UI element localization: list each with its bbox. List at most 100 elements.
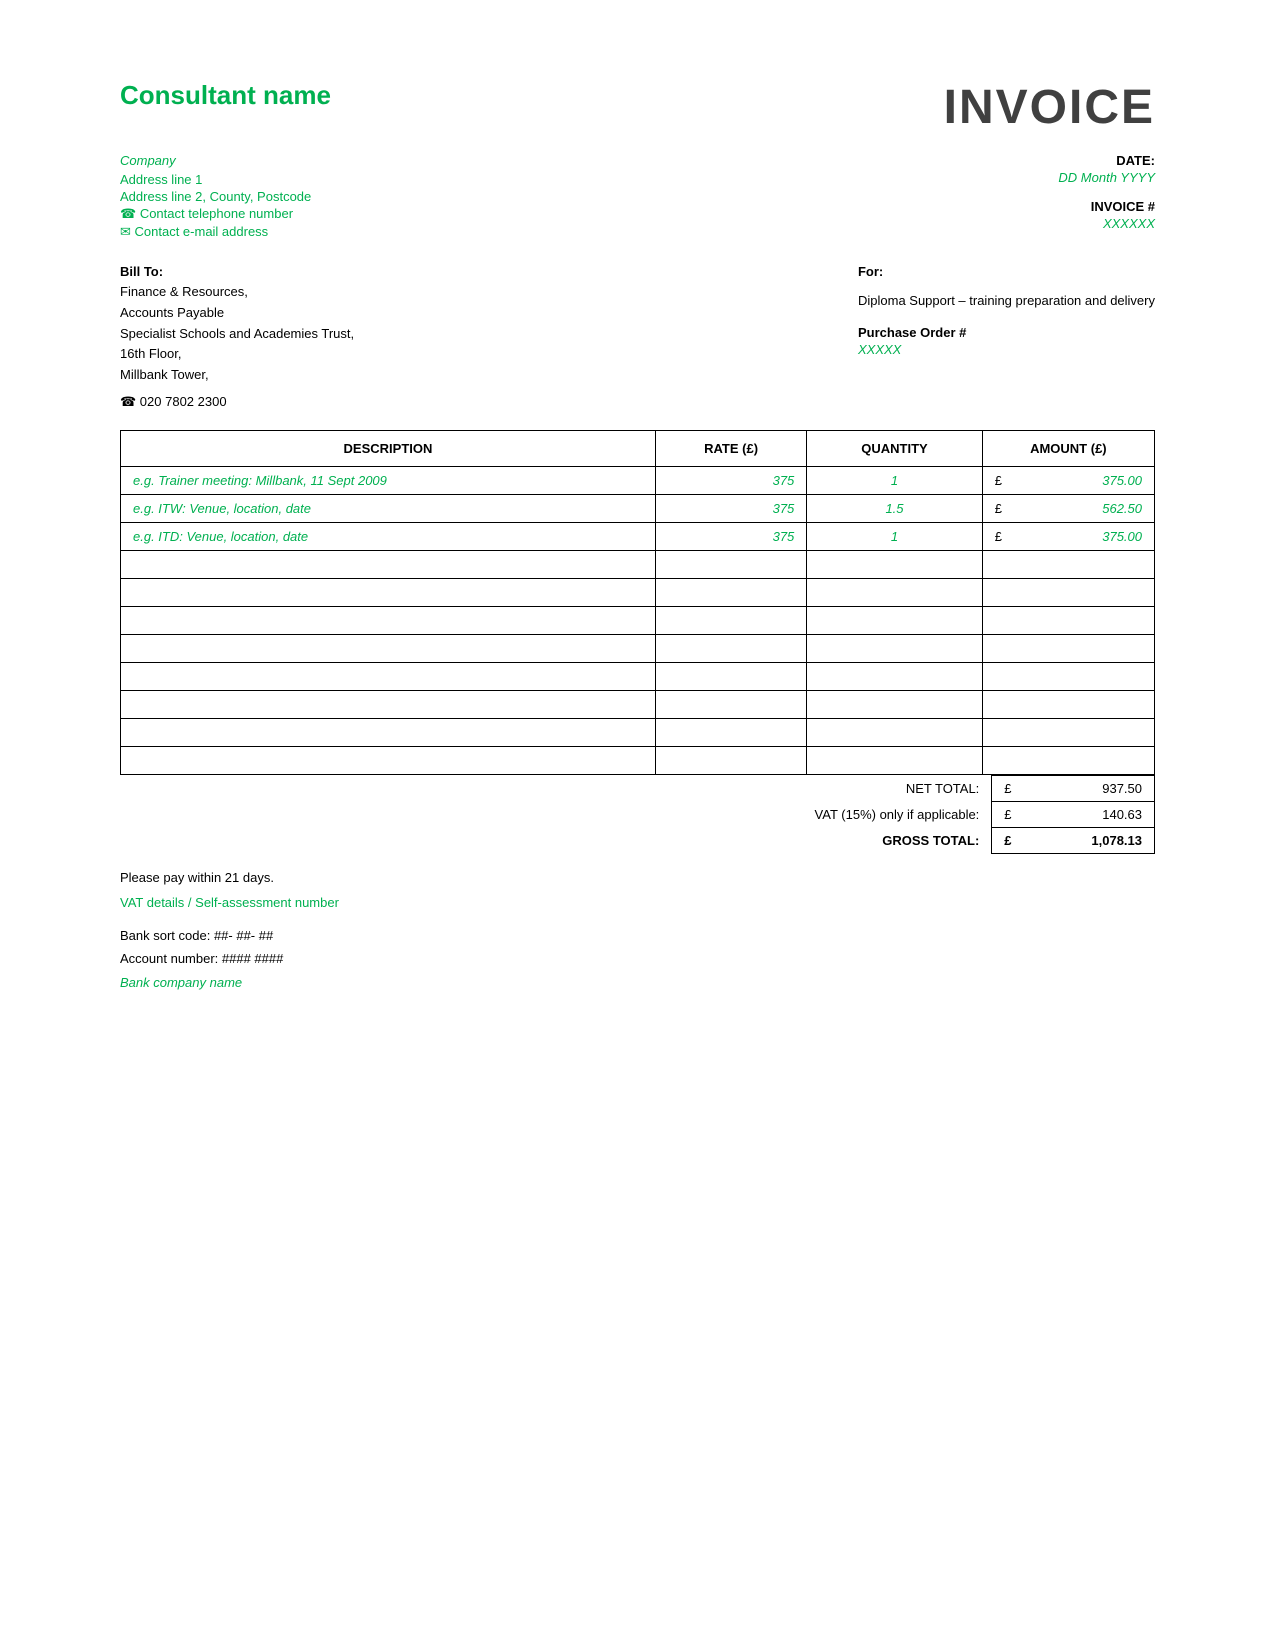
payment-note: Please pay within 21 days. <box>120 870 1155 885</box>
table-row: e.g. ITD: Venue, location, date 375 1 £ … <box>121 522 1155 550</box>
gross-total-pound: £ <box>992 827 1022 853</box>
purchase-order-value: XXXXX <box>858 342 1155 357</box>
col-description: DESCRIPTION <box>121 430 656 466</box>
table-row: e.g. Trainer meeting: Millbank, 11 Sept … <box>121 466 1155 494</box>
empty-qty <box>807 578 982 606</box>
empty-amount-val <box>1007 690 1155 718</box>
vat-label: VAT (15%) only if applicable: <box>741 801 992 827</box>
empty-rate <box>655 662 806 690</box>
row-amount-value: 375.00 <box>1007 522 1155 550</box>
empty-amount-val <box>1007 550 1155 578</box>
row-description: e.g. ITD: Venue, location, date <box>121 522 656 550</box>
row-amount-pound: £ <box>982 466 1007 494</box>
empty-row <box>121 662 1155 690</box>
address-line2: Address line 2, County, Postcode <box>120 189 311 204</box>
empty-desc <box>121 690 656 718</box>
net-total-value: 937.50 <box>1022 775 1155 801</box>
empty-amount-pound <box>982 550 1007 578</box>
net-total-label: NET TOTAL: <box>741 775 992 801</box>
empty-row <box>121 718 1155 746</box>
for-description: Diploma Support – training preparation a… <box>858 291 1155 311</box>
bill-to-line5: Millbank Tower, <box>120 365 354 386</box>
empty-qty <box>807 718 982 746</box>
invoice-title: INVOICE <box>944 80 1155 135</box>
empty-rate <box>655 606 806 634</box>
empty-amount-pound <box>982 718 1007 746</box>
bill-to-line2: Accounts Payable <box>120 303 354 324</box>
bill-to-label: Bill To: <box>120 264 354 279</box>
empty-amount-val <box>1007 746 1155 774</box>
row-quantity: 1 <box>807 466 982 494</box>
row-rate: 375 <box>655 466 806 494</box>
address-line1: Address line 1 <box>120 172 311 187</box>
empty-rate <box>655 690 806 718</box>
row-description: e.g. ITW: Venue, location, date <box>121 494 656 522</box>
empty-rate <box>655 746 806 774</box>
empty-qty <box>807 690 982 718</box>
contact-telephone: Contact telephone number <box>120 206 311 222</box>
net-total-row: NET TOTAL: £ 937.50 <box>120 775 1155 801</box>
col-quantity: QUANTITY <box>807 430 982 466</box>
gross-total-row: GROSS TOTAL: £ 1,078.13 <box>120 827 1155 853</box>
vat-row: VAT (15%) only if applicable: £ 140.63 <box>120 801 1155 827</box>
empty-rate <box>655 718 806 746</box>
row-description: e.g. Trainer meeting: Millbank, 11 Sept … <box>121 466 656 494</box>
empty-desc <box>121 662 656 690</box>
empty-desc <box>121 578 656 606</box>
empty-row <box>121 746 1155 774</box>
empty-rate <box>655 578 806 606</box>
empty-row <box>121 606 1155 634</box>
bill-to-line1: Finance & Resources, <box>120 282 354 303</box>
empty-amount-val <box>1007 634 1155 662</box>
bank-company-name: Bank company name <box>120 971 1155 994</box>
empty-amount-val <box>1007 718 1155 746</box>
empty-desc <box>121 746 656 774</box>
row-amount-pound: £ <box>982 494 1007 522</box>
empty-desc <box>121 718 656 746</box>
date-value: DD Month YYYY <box>905 170 1155 185</box>
empty-desc <box>121 634 656 662</box>
bill-to-line4: 16th Floor, <box>120 344 354 365</box>
empty-row <box>121 690 1155 718</box>
bank-sort-code: Bank sort code: ##- ##- ## <box>120 924 1155 947</box>
row-amount-value: 375.00 <box>1007 466 1155 494</box>
empty-qty <box>807 550 982 578</box>
net-total-pound: £ <box>992 775 1022 801</box>
empty-amount-pound <box>982 606 1007 634</box>
col-amount: AMOUNT (£) <box>982 430 1154 466</box>
row-amount-value: 562.50 <box>1007 494 1155 522</box>
empty-amount-pound <box>982 690 1007 718</box>
empty-qty <box>807 606 982 634</box>
table-row: e.g. ITW: Venue, location, date 375 1.5 … <box>121 494 1155 522</box>
empty-amount-pound <box>982 578 1007 606</box>
empty-amount-pound <box>982 746 1007 774</box>
invoice-number-value: XXXXXX <box>905 216 1155 231</box>
empty-amount-val <box>1007 662 1155 690</box>
empty-rate <box>655 634 806 662</box>
invoice-number-label: INVOICE # <box>905 199 1155 214</box>
row-rate: 375 <box>655 494 806 522</box>
empty-amount-val <box>1007 578 1155 606</box>
contact-email: Contact e-mail address <box>120 224 311 240</box>
empty-amount-pound <box>982 662 1007 690</box>
consultant-name: Consultant name <box>120 80 331 111</box>
vat-value: 140.63 <box>1022 801 1155 827</box>
bill-to-line3: Specialist Schools and Academies Trust, <box>120 324 354 345</box>
empty-amount-val <box>1007 606 1155 634</box>
invoice-table: DESCRIPTION RATE (£) QUANTITY AMOUNT (£)… <box>120 430 1155 775</box>
col-rate: RATE (£) <box>655 430 806 466</box>
for-label: For: <box>858 264 1155 279</box>
account-number: Account number: #### #### <box>120 947 1155 970</box>
empty-row <box>121 634 1155 662</box>
empty-qty <box>807 662 982 690</box>
empty-desc <box>121 550 656 578</box>
empty-row <box>121 578 1155 606</box>
row-quantity: 1.5 <box>807 494 982 522</box>
row-rate: 375 <box>655 522 806 550</box>
vat-pound: £ <box>992 801 1022 827</box>
empty-qty <box>807 634 982 662</box>
date-label: DATE: <box>905 153 1155 168</box>
gross-total-label: GROSS TOTAL: <box>741 827 992 853</box>
gross-total-value: 1,078.13 <box>1022 827 1155 853</box>
row-quantity: 1 <box>807 522 982 550</box>
